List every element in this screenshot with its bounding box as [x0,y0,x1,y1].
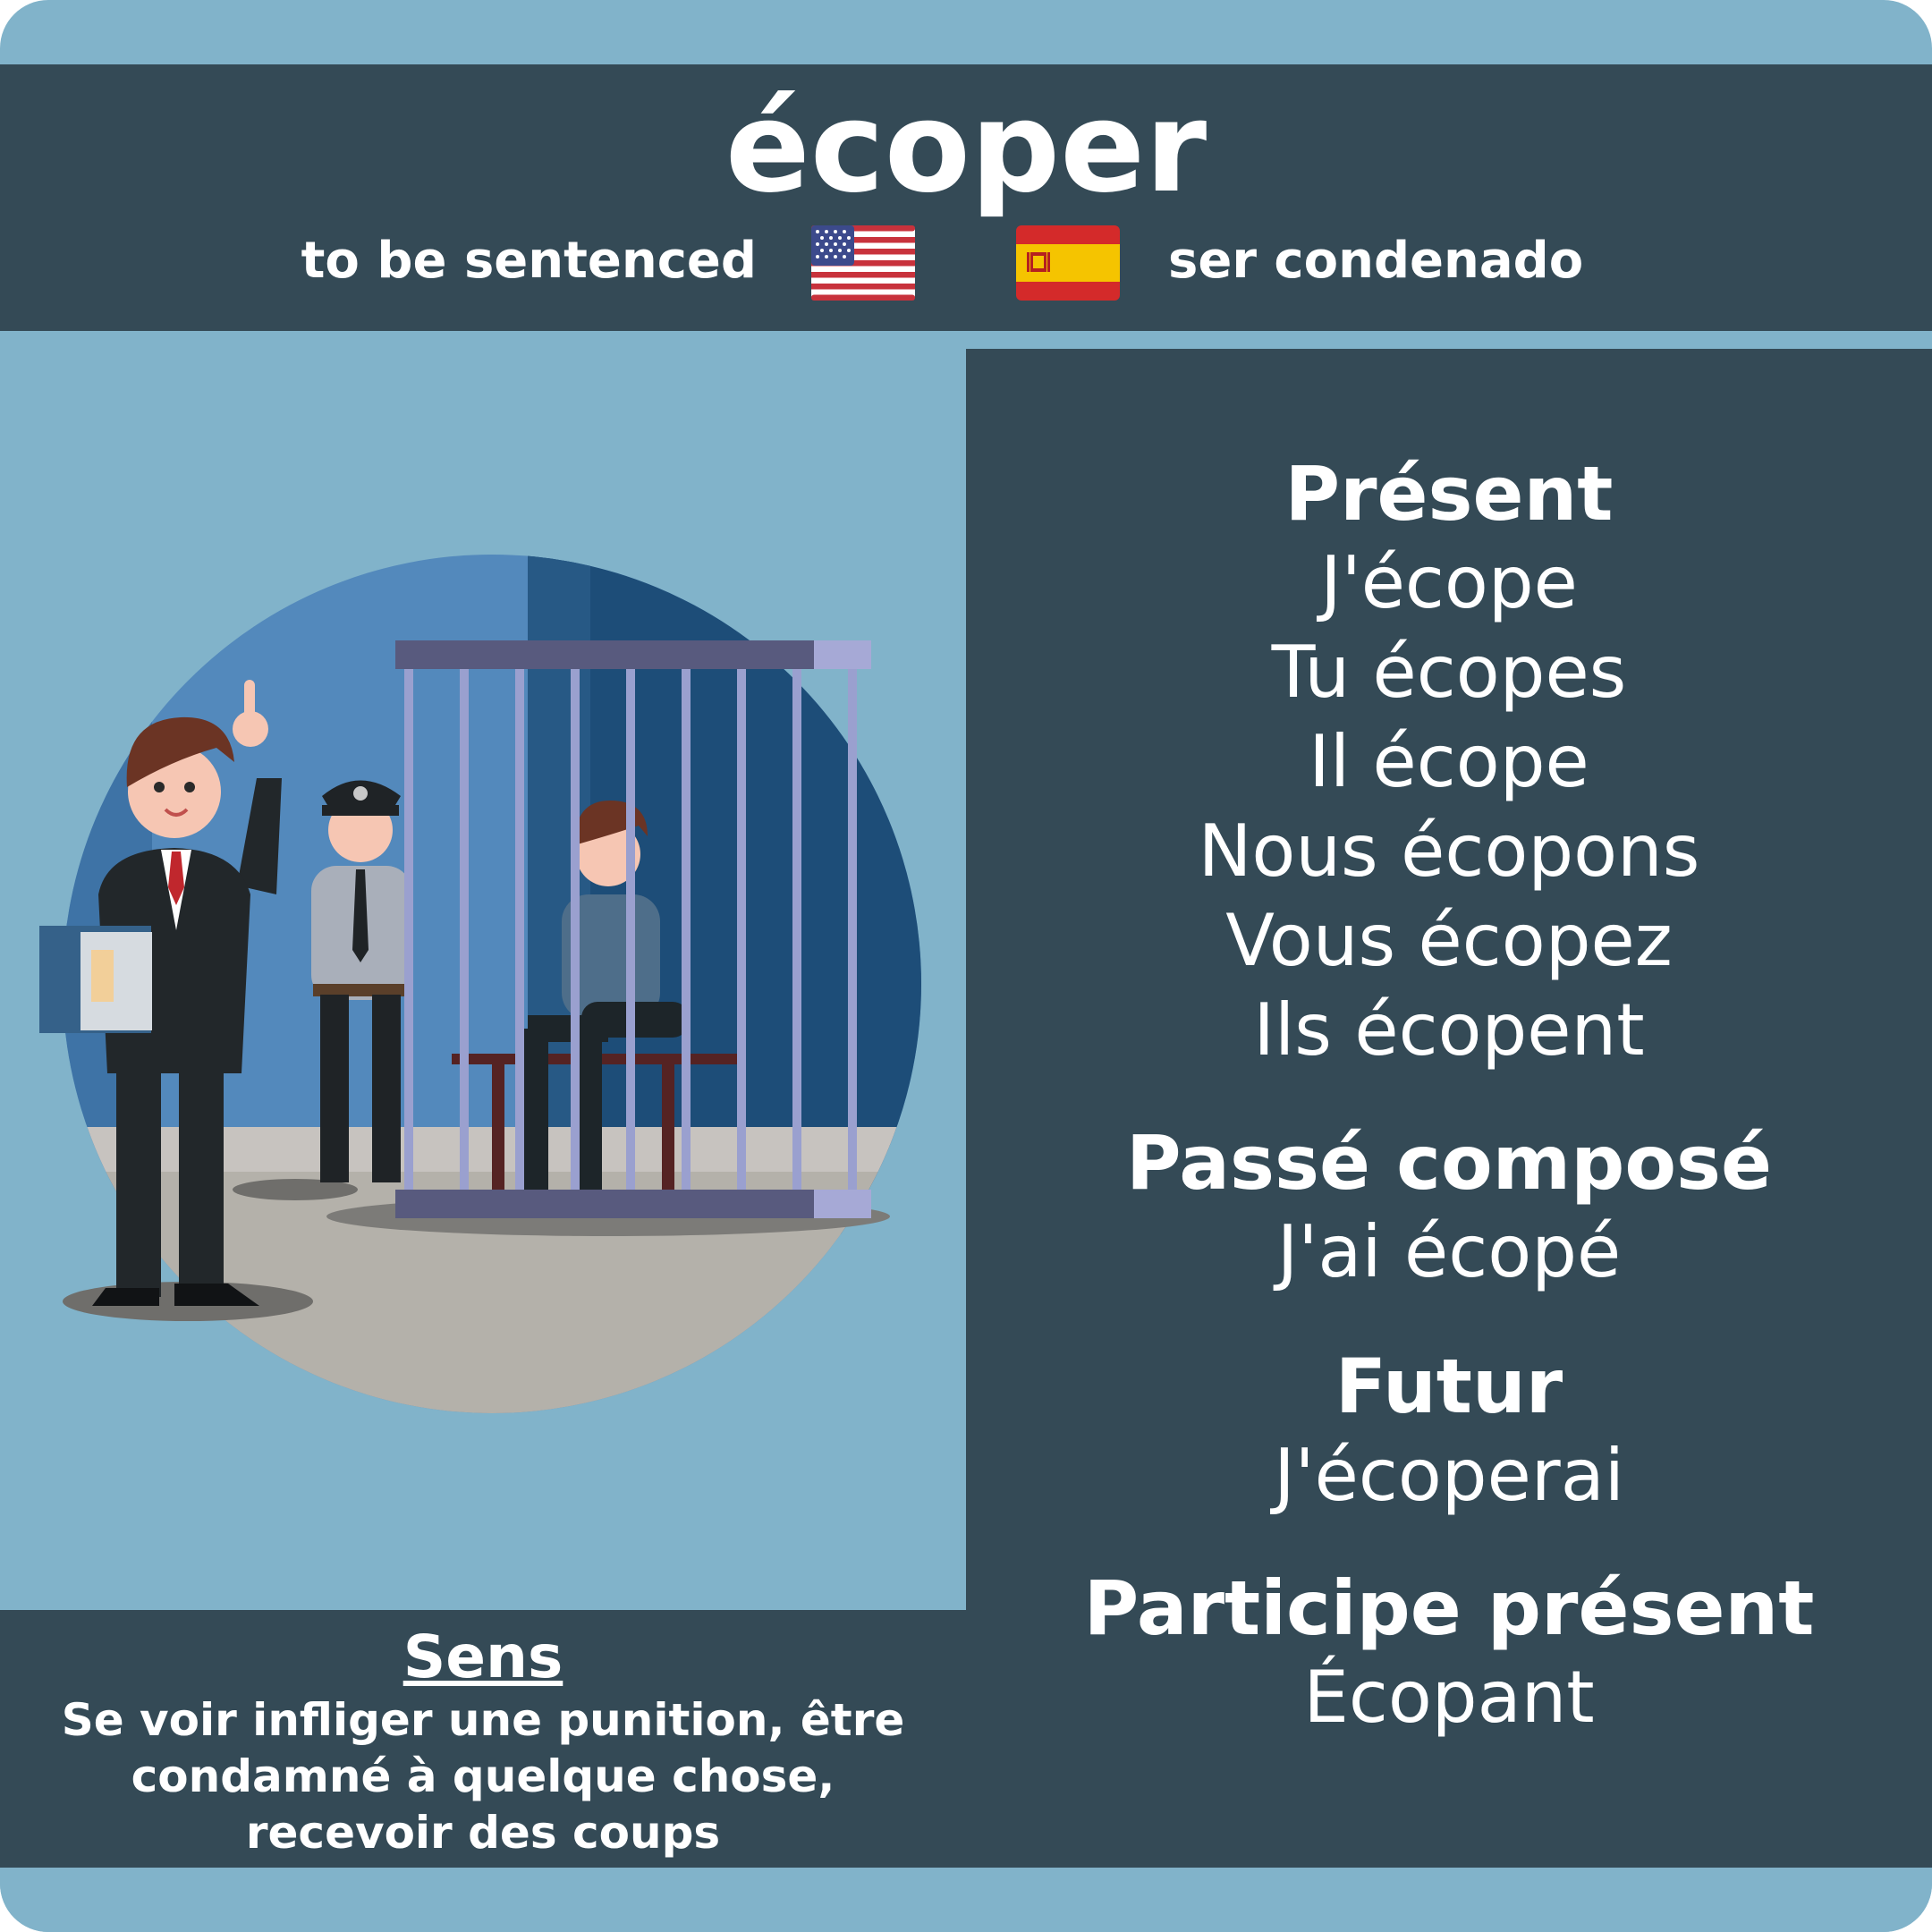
participe-present-section: Participe présent Écopant [966,1563,1932,1742]
meaning-line: recevoir des coups [245,1807,721,1859]
present-form-nous: Nous écopons [1198,809,1700,893]
present-form-vous: Vous écopez [1225,899,1673,982]
verb-title: écoper [724,75,1208,221]
meaning-line: condamné à quelque chose, [131,1750,835,1802]
meaning-title: Sens [402,1623,564,1691]
spanish-translation: ser condenado [1168,232,1584,290]
verb-card: écoper to be sentenced ser condenado Pré… [0,0,1932,1932]
futur-form: J'écoperai [1274,1434,1624,1517]
present-form-il: Il écope [1309,720,1589,803]
participe-present-form: Écopant [1303,1656,1595,1739]
passe-compose-form: J'ai écopé [1276,1210,1622,1293]
spain-flag-icon [1016,225,1120,301]
bottom-band [0,1868,1932,1932]
english-translation: to be sentenced [301,232,757,290]
present-label: Présent [1284,450,1614,538]
present-form-tu: Tu écopes [1271,631,1627,714]
passe-compose-label: Passé composé [1125,1119,1773,1207]
present-form-ils: Ils écopent [1253,988,1645,1072]
meaning-text: Se voir infliger une punition, être cond… [18,1692,948,1861]
passe-compose-section: Passé composé J'ai écopé [966,1118,1932,1297]
present-form-je: J'écope [1320,541,1578,624]
futur-section: Futur J'écoperai [966,1342,1932,1521]
us-flag-icon [811,225,915,301]
courtroom-prison-illustration [39,555,921,1413]
meaning-line: Se voir infliger une punition, être [61,1694,905,1746]
futur-label: Futur [1335,1343,1563,1430]
participe-present-label: Participe présent [1083,1564,1815,1652]
present-section: Présent J'écope Tu écopes Il écope Nous … [966,449,1932,1075]
